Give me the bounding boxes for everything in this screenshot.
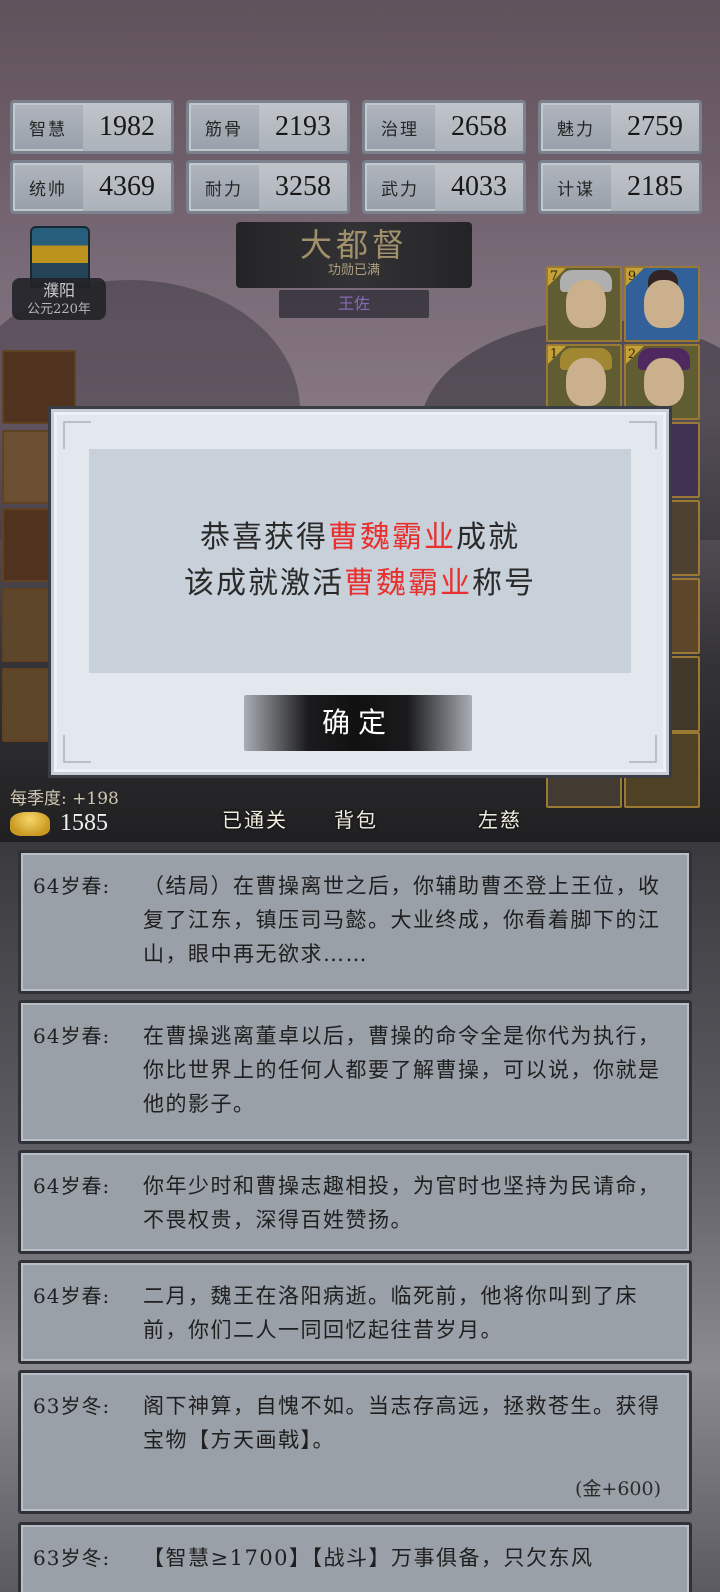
entry-age: 64岁春:: [33, 1024, 111, 1048]
achievement-dialog: 恭喜获得曹魏霸业成就 该成就激活曹魏霸业称号 确定: [48, 406, 672, 778]
entry-text: 【智慧≥1700】【战斗】万事俱备，只欠东风: [143, 1546, 594, 1570]
backpack-button[interactable]: 背包: [334, 804, 378, 833]
confirm-button[interactable]: 确定: [244, 695, 472, 751]
message-text: 成就: [456, 520, 520, 555]
corner-ornament: [629, 735, 657, 763]
entry-age: 63岁冬:: [33, 1546, 111, 1570]
log-entry: 63岁冬: 阁下神算，自愧不如。当志存高远，拯救苍生。获得宝物【方天画戟】。 (…: [18, 1370, 692, 1514]
entry-text: 二月，魏王在洛阳病逝。临死前，他将你叫到了床前，你们二人一同回忆起往昔岁月。: [143, 1284, 638, 1342]
message-line-2: 该成就激活曹魏霸业称号: [184, 561, 536, 607]
log-entry: 64岁春: （结局）在曹操离世之后，你辅助曹丕登上王位，收复了江东，镇压司马懿。…: [18, 850, 692, 994]
log-entry: 64岁春: 二月，魏王在洛阳病逝。临死前，他将你叫到了床前，你们二人一同回忆起往…: [18, 1260, 692, 1364]
season-income: 每季度: +198: [10, 789, 119, 809]
resource-bar: 每季度: +198 1585 已通关 背包 左慈: [0, 780, 720, 842]
message-text: 该成就激活: [184, 566, 344, 601]
entry-age: 64岁春:: [33, 1284, 111, 1308]
entry-age: 63岁冬:: [33, 1394, 111, 1418]
entry-text: （结局）在曹操离世之后，你辅助曹丕登上王位，收复了江东，镇压司马懿。大业终成，你…: [143, 874, 661, 966]
message-text: 称号: [472, 566, 536, 601]
entry-text: 你年少时和曹操志趣相投，为官时也坚持为民请命，不畏权贵，深得百姓赞扬。: [143, 1174, 661, 1232]
entry-reward: (金+600): [574, 1478, 661, 1500]
zuoci-button[interactable]: 左慈: [478, 804, 522, 833]
event-log[interactable]: 64岁春: （结局）在曹操离世之后，你辅助曹丕登上王位，收复了江东，镇压司马懿。…: [0, 842, 720, 1592]
entry-age: 64岁春:: [33, 1174, 111, 1198]
cleared-button[interactable]: 已通关: [222, 804, 288, 833]
dialog-message: 恭喜获得曹魏霸业成就 该成就激活曹魏霸业称号: [89, 449, 631, 673]
log-entry: 64岁春: 在曹操逃离董卓以后，曹操的命令全是你代为执行，你比世界上的任何人都要…: [18, 1000, 692, 1144]
log-entry: 64岁春: 你年少时和曹操志趣相投，为官时也坚持为民请命，不畏权贵，深得百姓赞扬…: [18, 1150, 692, 1254]
corner-ornament: [63, 735, 91, 763]
achievement-name: 曹魏霸业: [328, 520, 456, 555]
corner-ornament: [629, 421, 657, 449]
gold-count: 1585: [60, 810, 108, 836]
entry-age: 64岁春:: [33, 874, 111, 898]
gold-ingot-icon: [10, 812, 50, 836]
title-name: 曹魏霸业: [344, 566, 472, 601]
log-entry: 63岁冬: 【智慧≥1700】【战斗】万事俱备，只欠东风: [18, 1522, 692, 1592]
corner-ornament: [63, 421, 91, 449]
message-text: 恭喜获得: [200, 520, 328, 555]
entry-text: 在曹操逃离董卓以后，曹操的命令全是你代为执行，你比世界上的任何人都要了解曹操，可…: [143, 1024, 661, 1116]
message-line-1: 恭喜获得曹魏霸业成就: [200, 515, 520, 561]
